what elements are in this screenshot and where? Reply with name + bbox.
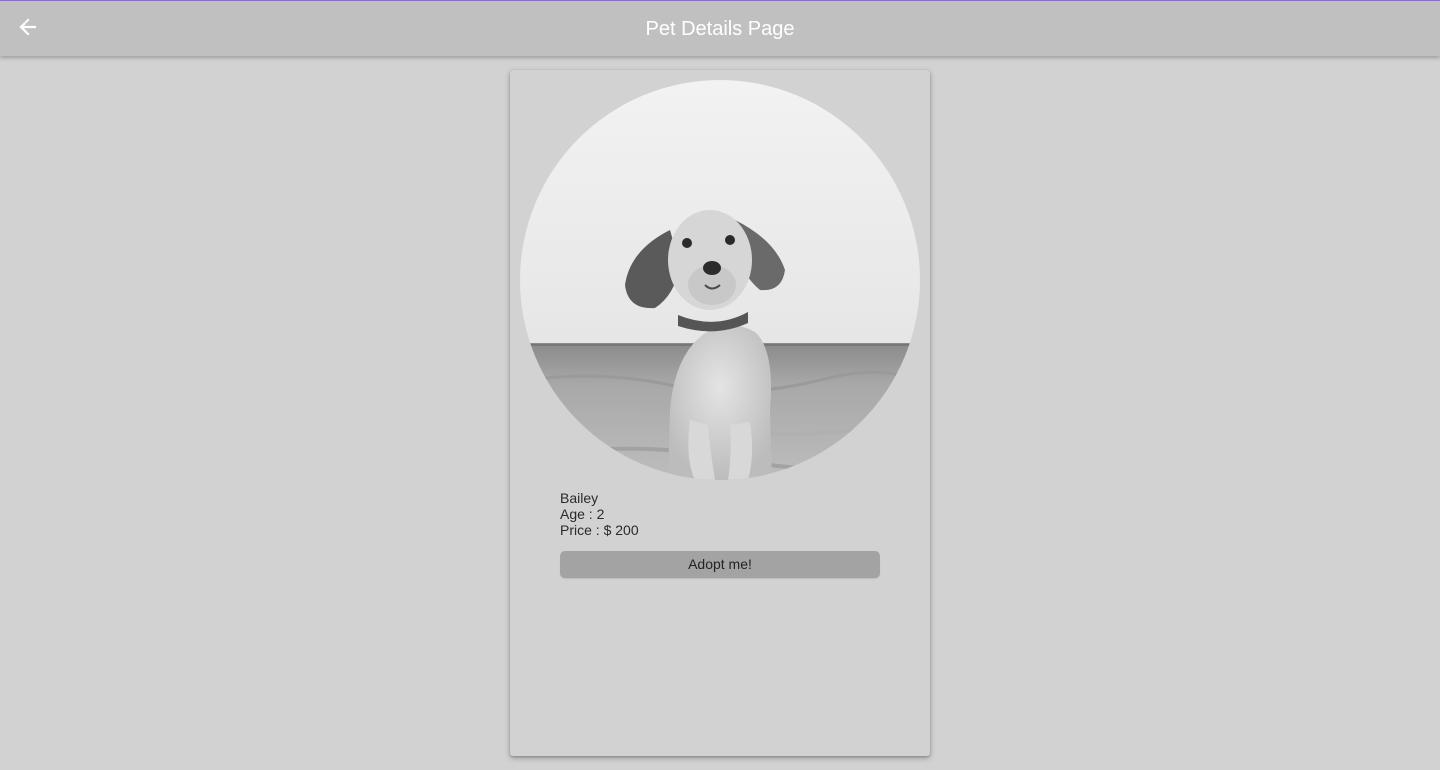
pet-card: Bailey Age : 2 Price : $ 200 Adopt me! bbox=[510, 70, 930, 756]
pet-age: Age : 2 bbox=[560, 506, 605, 522]
app-bar: Pet Details Page bbox=[0, 1, 1440, 56]
pet-info: Bailey Age : 2 Price : $ 200 bbox=[560, 490, 639, 538]
pet-photo bbox=[520, 80, 920, 480]
page-title: Pet Details Page bbox=[645, 18, 795, 40]
pet-name: Bailey bbox=[560, 490, 599, 506]
adopt-button[interactable]: Adopt me! bbox=[560, 551, 880, 578]
pet-price: Price : $ 200 bbox=[560, 522, 639, 538]
